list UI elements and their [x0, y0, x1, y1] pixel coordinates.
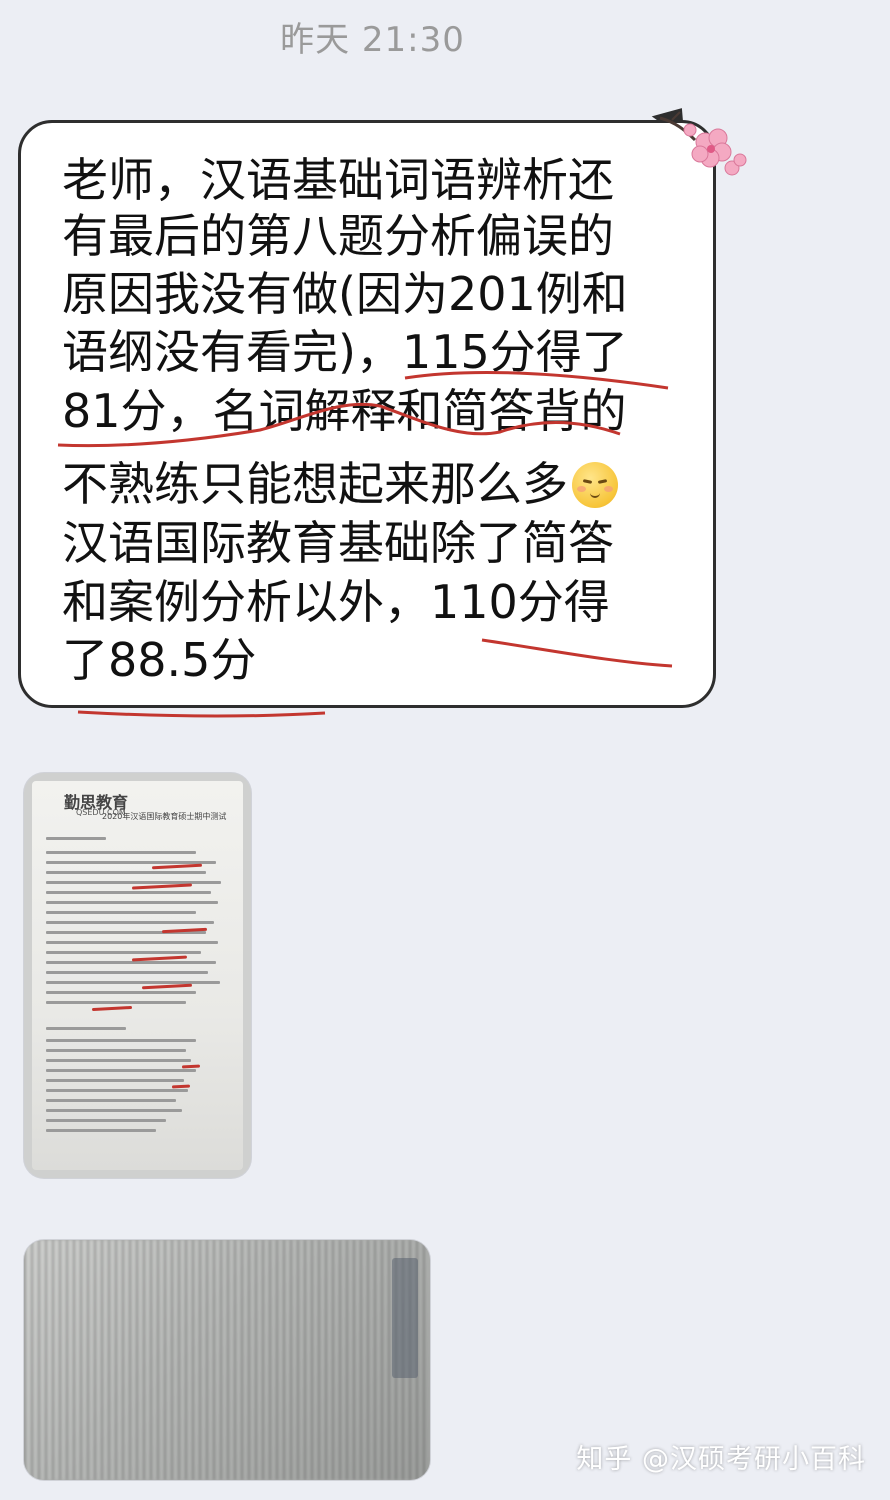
- photo-attachment-2[interactable]: [24, 1240, 430, 1480]
- pensive-face-icon: [572, 462, 618, 508]
- doc-title: 2020年汉语国际教育硕士期中测试: [102, 812, 227, 821]
- watermark: 知乎 @汉硕考研小百科: [576, 1444, 866, 1475]
- message-line-6: 不熟练只能想起来那么多: [62, 456, 618, 512]
- message-line-3: 原因我没有做(因为201例和: [62, 267, 628, 321]
- message-line-8: 和案例分析以外，110分得: [62, 575, 610, 629]
- message-line-6-text: 不熟练只能想起来那么多: [62, 457, 568, 511]
- message-line-5: 81分，名词解释和简答背的: [62, 384, 627, 438]
- message-line-1: 老师，汉语基础词语辨析还: [62, 153, 614, 207]
- message-line-9: 了88.5分: [62, 633, 257, 687]
- blurred-paper-image: [24, 1240, 430, 1480]
- flower-sticker-icon: [659, 111, 747, 176]
- photo-attachment-1[interactable]: 勤思教育 QSEDU.COM 2020年汉语国际教育硕士期中测试: [24, 773, 251, 1178]
- doc-logo-rotated: [392, 1258, 418, 1378]
- exam-paper-image: 勤思教育 QSEDU.COM 2020年汉语国际教育硕士期中测试: [32, 781, 243, 1170]
- message-line-2: 有最后的第八题分析偏误的: [62, 209, 614, 263]
- message-line-7: 汉语国际教育基础除了简答: [62, 516, 614, 570]
- timestamp: 昨天 21:30: [280, 20, 465, 60]
- message-line-4: 语纲没有看完)，115分得了: [62, 325, 628, 379]
